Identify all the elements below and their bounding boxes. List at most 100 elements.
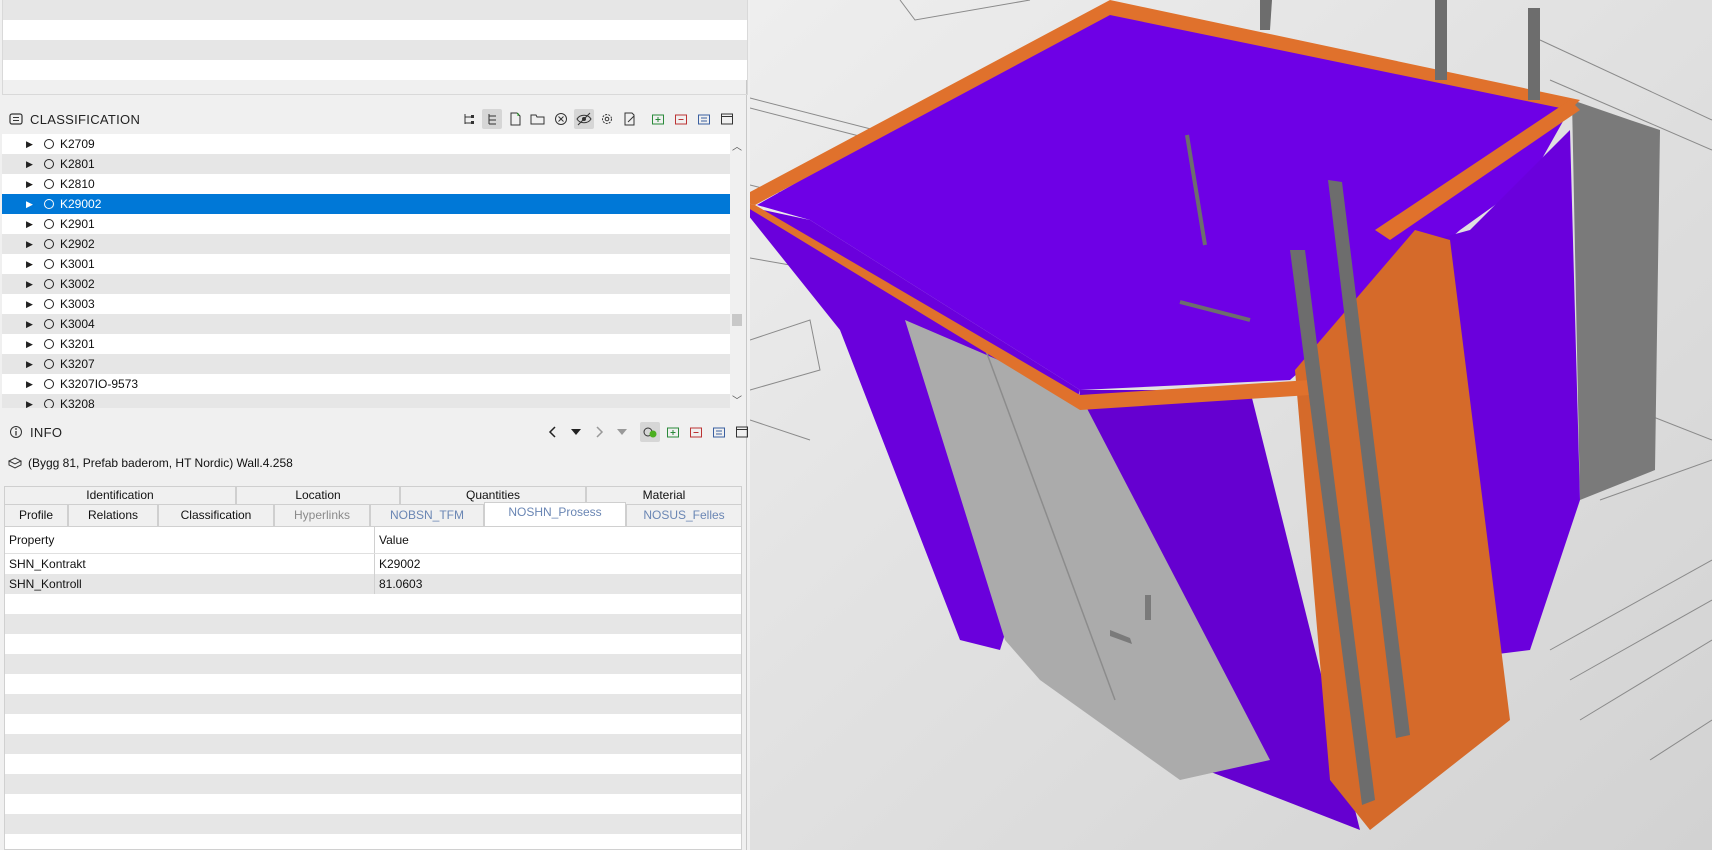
- panel-icon[interactable]: [709, 422, 729, 442]
- empty-row: [5, 654, 741, 674]
- scroll-down-arrow-icon[interactable]: ﹀: [732, 392, 742, 407]
- visibility-icon[interactable]: [574, 109, 594, 129]
- radio-circle-icon: [44, 219, 54, 229]
- radio-circle-icon: [44, 379, 54, 389]
- expand-arrow-icon[interactable]: ▶: [26, 359, 34, 370]
- expand-arrow-icon[interactable]: ▶: [26, 159, 34, 170]
- radio-circle-icon: [44, 159, 54, 169]
- classification-tree: ▶ K2709 ▶ K2801 ▶ K2810 ▶ K29002 ▶ K2901 ▶ K29…: [2, 134, 730, 408]
- tab-hyperlinks[interactable]: Hyperlinks: [274, 504, 370, 526]
- column-header-property[interactable]: Property: [5, 527, 375, 553]
- expand-arrow-icon[interactable]: ▶: [26, 239, 34, 250]
- tree-item[interactable]: ▶ K3001: [2, 254, 730, 274]
- tab-relations[interactable]: Relations: [68, 504, 158, 526]
- add-panel-icon[interactable]: [648, 109, 668, 129]
- property-name: SHN_Kontrakt: [5, 554, 375, 574]
- tree-item[interactable]: ▶ K2810: [2, 174, 730, 194]
- table-row[interactable]: SHN_Kontroll 81.0603: [5, 574, 741, 594]
- classification-title: CLASSIFICATION: [30, 111, 141, 127]
- object-name: (Bygg 81, Prefab baderom, HT Nordic) Wal…: [28, 456, 293, 470]
- tree-item[interactable]: ▶ K3201: [2, 334, 730, 354]
- add-panel-icon[interactable]: [663, 422, 683, 442]
- classification-icon: [8, 111, 24, 127]
- empty-row: [5, 614, 741, 634]
- empty-row: [5, 594, 741, 614]
- empty-row: [5, 634, 741, 654]
- tree-item[interactable]: ▶ K2709: [2, 134, 730, 154]
- tree-item[interactable]: ▶ K3207: [2, 354, 730, 374]
- tree-scrollbar[interactable]: ︿ ﹀: [730, 134, 744, 408]
- left-panel: CLASSIFICATION ▶ K2709 ▶ K2801 ▶ K2810 ▶ K29…: [0, 0, 748, 850]
- expand-arrow-icon[interactable]: ▶: [26, 379, 34, 390]
- expand-arrow-icon[interactable]: ▶: [26, 279, 34, 290]
- new-document-icon[interactable]: [505, 109, 525, 129]
- remove-panel-icon[interactable]: [686, 422, 706, 442]
- property-value: K29002: [379, 557, 421, 571]
- empty-row: [5, 774, 741, 794]
- history-dropdown-icon[interactable]: [566, 422, 586, 442]
- empty-row: [5, 814, 741, 834]
- tab-location[interactable]: Location: [236, 486, 400, 504]
- radio-circle-icon: [44, 279, 54, 289]
- top-list: [2, 0, 748, 95]
- tab-noshn-prosess[interactable]: NOSHN_Prosess: [484, 502, 626, 526]
- tab-nosus-felles[interactable]: NOSUS_Felles: [626, 504, 742, 526]
- tree-item[interactable]: ▶ K3208: [2, 394, 730, 408]
- column-header-value[interactable]: Value: [375, 533, 409, 547]
- tree-structure-icon[interactable]: [459, 109, 479, 129]
- expand-arrow-icon[interactable]: ▶: [26, 319, 34, 330]
- close-circle-icon[interactable]: [551, 109, 571, 129]
- info-icon: [8, 424, 24, 440]
- window-icon[interactable]: [732, 422, 752, 442]
- scroll-up-arrow-icon[interactable]: ︿: [732, 138, 742, 153]
- radio-circle-icon: [44, 299, 54, 309]
- tab-identification[interactable]: Identification: [4, 486, 236, 504]
- expand-arrow-icon[interactable]: ▶: [26, 179, 34, 190]
- tree-item[interactable]: ▶ K2901: [2, 214, 730, 234]
- wall-object-icon: [8, 457, 22, 469]
- info-title: INFO: [30, 424, 63, 440]
- tabs-row-1: Identification Location Quantities Mater…: [4, 486, 742, 504]
- property-name: SHN_Kontroll: [5, 574, 375, 594]
- radio-circle-icon: [44, 199, 54, 209]
- expand-arrow-icon[interactable]: ▶: [26, 339, 34, 350]
- tree-list-icon[interactable]: [482, 109, 502, 129]
- expand-arrow-icon[interactable]: ▶: [26, 299, 34, 310]
- forward-arrow-icon[interactable]: [589, 422, 609, 442]
- tree-item[interactable]: ▶ K2801: [2, 154, 730, 174]
- window-icon[interactable]: [717, 109, 737, 129]
- empty-row: [5, 734, 741, 754]
- back-arrow-icon[interactable]: [543, 422, 563, 442]
- empty-row: [5, 794, 741, 814]
- classification-toolbar: [456, 109, 737, 129]
- tree-item-selected[interactable]: ▶ K29002: [2, 194, 730, 214]
- table-row[interactable]: SHN_Kontrakt K29002: [5, 554, 741, 574]
- open-folder-icon[interactable]: [528, 109, 548, 129]
- expand-arrow-icon[interactable]: ▶: [26, 219, 34, 230]
- tree-item[interactable]: ▶ K3002: [2, 274, 730, 294]
- expand-arrow-icon[interactable]: ▶: [26, 139, 34, 150]
- panel-icon[interactable]: [694, 109, 714, 129]
- expand-arrow-icon[interactable]: ▶: [26, 259, 34, 270]
- tree-item[interactable]: ▶ K2902: [2, 234, 730, 254]
- edit-document-icon[interactable]: [620, 109, 640, 129]
- tab-nobsn-tfm[interactable]: NOBSN_TFM: [370, 504, 484, 526]
- empty-rows: [5, 594, 741, 849]
- settings-gear-icon[interactable]: [597, 109, 617, 129]
- radio-circle-icon: [44, 359, 54, 369]
- tree-item[interactable]: ▶ K3207IO-9573: [2, 374, 730, 394]
- tree-item[interactable]: ▶ K3003: [2, 294, 730, 314]
- tab-profile[interactable]: Profile: [4, 504, 68, 526]
- scrollbar-thumb[interactable]: [732, 314, 742, 326]
- remove-panel-icon[interactable]: [671, 109, 691, 129]
- 3d-model-render[interactable]: [750, 0, 1712, 850]
- forward-dropdown-icon[interactable]: [612, 422, 632, 442]
- expand-arrow-icon[interactable]: ▶: [26, 199, 34, 210]
- tabs-row-2: Profile Relations Classification Hyperli…: [4, 502, 742, 526]
- link-selection-icon[interactable]: [640, 422, 660, 442]
- tree-item[interactable]: ▶ K3004: [2, 314, 730, 334]
- tab-classification[interactable]: Classification: [158, 504, 274, 526]
- 3d-viewport[interactable]: [750, 0, 1712, 850]
- expand-arrow-icon[interactable]: ▶: [26, 399, 34, 409]
- radio-circle-icon: [44, 319, 54, 329]
